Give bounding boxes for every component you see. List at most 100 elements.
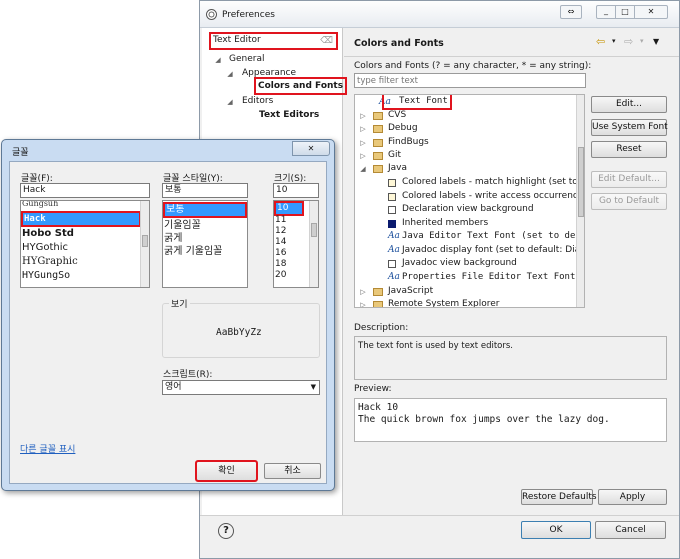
findbugs-expand-icon[interactable]: ▷ [359,139,367,147]
font-list-item[interactable]: Hobo Std [22,228,74,239]
size-list-item[interactable]: 11 [275,215,286,226]
colors-fonts-tree[interactable]: Aa Text Font ▷ CVS ▷ Debug ▷ FindBugs ▷ … [354,94,585,308]
tree-item-javadoc-view-bg[interactable]: Javadoc view background [402,257,517,270]
preview-line-1: Hack 10 [358,402,399,413]
use-system-font-button[interactable]: Use System Font [591,119,668,136]
colors-filter-input[interactable] [354,73,586,88]
style-list-item-selected[interactable]: 보통 [163,202,247,218]
editors-collapse-icon[interactable]: ◢ [226,98,234,106]
font-dialog-body: 글꼴(F): Hack Gungsuh Hack Hobo Std HYGoth… [9,161,327,484]
size-list-item[interactable]: 18 [275,259,286,270]
tree-scroll-thumb[interactable] [578,147,584,217]
close-window-button[interactable]: ✕ [634,5,668,19]
font-list-item[interactable]: HYGungSo [22,270,70,281]
debug-expand-icon[interactable]: ▷ [359,125,367,133]
cancel-button[interactable]: Cancel [595,521,666,539]
size-list-scroll-thumb[interactable] [311,223,317,237]
font-name-input[interactable]: Hack [20,183,150,198]
tree-scrollbar[interactable] [576,95,584,307]
preferences-filter-input[interactable]: Text Editor ⌫ [209,32,338,50]
tree-item-inherited-members[interactable]: Inherited members [402,217,488,230]
maximize-button[interactable]: □ [615,5,635,19]
font-size-list[interactable]: 10 11 12 14 16 18 20 [273,200,319,288]
forward-arrow-icon[interactable]: ⇨ [624,35,633,48]
size-list-item[interactable]: 14 [275,237,286,248]
ok-button[interactable]: OK [521,521,591,539]
edit-default-button[interactable]: Edit Default... [591,171,667,188]
restore-window-icon[interactable]: ⇔ [560,5,582,19]
size-list-item[interactable]: 16 [275,248,286,259]
tree-item-java[interactable]: Java [388,162,407,175]
font-dialog-close-button[interactable]: ✕ [292,141,330,156]
description-label: Description: [354,323,409,333]
tree-item-colored-labels-write[interactable]: Colored labels - write access occurrence… [402,190,584,203]
style-list-item[interactable]: 굵게 [164,233,182,244]
font-list-item[interactable]: HYGraphic [22,256,78,267]
tree-item-git[interactable]: Git [388,149,401,162]
forward-menu-chevron-icon[interactable]: ▾ [640,37,644,45]
apply-button[interactable]: Apply [598,489,667,505]
script-select[interactable]: 영어 ▼ [162,380,320,395]
script-select-value: 영어 [165,382,182,392]
tree-item-text-font[interactable]: Text Font [382,95,452,110]
tree-item-declaration-view-bg[interactable]: Declaration view background [402,203,534,216]
page-title: Colors and Fonts [354,38,444,49]
help-icon[interactable]: ? [218,523,234,539]
restore-defaults-button[interactable]: Restore Defaults [521,489,597,505]
font-size-input[interactable]: 10 [273,183,319,198]
rse-expand-icon[interactable]: ▷ [359,301,367,307]
script-label: 스크립트(R): [163,370,213,380]
style-list-item[interactable]: 굵게 기울임꼴 [164,246,222,257]
javascript-expand-icon[interactable]: ▷ [359,288,367,296]
font-style-list[interactable]: 보통 기울임꼴 굵게 굵게 기울임꼴 [162,200,248,288]
font-list-scrollbar[interactable] [140,201,149,287]
eclipse-app-icon [206,9,217,20]
font-dialog-ok-button[interactable]: 확인 [195,460,258,482]
tree-item-debug[interactable]: Debug [388,122,418,135]
general-collapse-icon[interactable]: ◢ [214,56,222,64]
font-dialog-cancel-button[interactable]: 취소 [264,463,321,479]
tree-item-colored-labels-match[interactable]: Colored labels - match highlight (set to… [402,176,584,189]
tree-item-javadoc-display-font[interactable]: Javadoc display font (set to default: Di… [402,244,584,257]
view-menu-icon[interactable]: ▼ [653,37,659,46]
back-arrow-icon[interactable]: ⇦ [596,35,605,48]
tree-item-colors-and-fonts[interactable]: Colors and Fonts [253,77,348,95]
font-list-item-selected[interactable]: Hack [21,211,141,227]
size-list-item[interactable]: 12 [275,226,286,237]
java-collapse-icon[interactable]: ◢ [359,165,367,173]
cvs-expand-icon[interactable]: ▷ [359,112,367,120]
tree-item-properties-editor-font[interactable]: Properties File Editor Text Font [402,271,575,284]
colors-and-fonts-page: Colors and Fonts ⇦ ▾ ⇨ ▾ ▼ Colors and Fo… [344,28,679,515]
tree-item-java-editor-text-font[interactable]: Java Editor Text Font (set to de [402,230,575,243]
font-icon: Aa [388,231,400,241]
tree-item-javascript[interactable]: JavaScript [388,285,433,298]
font-list-item[interactable]: HYGothic [22,242,68,253]
tree-item-findbugs[interactable]: FindBugs [388,136,429,149]
tree-item-editors[interactable]: Editors [242,95,273,108]
git-expand-icon[interactable]: ▷ [359,152,367,160]
tree-item-cvs[interactable]: CVS [388,109,406,122]
color-swatch-icon [388,193,396,201]
show-more-fonts-link[interactable]: 다른 글꼴 표시 [20,442,75,455]
font-list-item[interactable]: Gungsuh [22,201,140,209]
minimize-button[interactable]: _ [596,5,616,19]
go-to-default-button[interactable]: Go to Default [591,193,667,210]
appearance-collapse-icon[interactable]: ◢ [226,70,234,78]
size-list-scrollbar[interactable] [309,201,318,287]
font-list[interactable]: Gungsuh Hack Hobo Std HYGothic HYGraphic… [20,200,150,288]
clear-filter-icon[interactable]: ⌫ [320,35,333,48]
size-list-item[interactable]: 20 [275,270,286,281]
edit-button[interactable]: Edit... [591,96,667,113]
reset-button[interactable]: Reset [591,141,667,158]
font-dialog: 글꼴 ✕ 글꼴(F): Hack Gungsuh Hack Hobo Std H… [1,139,335,491]
size-list-item-selected[interactable]: 10 [274,201,304,216]
preferences-title-bar[interactable]: Preferences ⇔ _ □ ✕ [200,1,679,28]
font-list-scroll-thumb[interactable] [142,235,148,247]
font-icon: Aa [388,272,400,282]
style-list-item[interactable]: 기울임꼴 [164,220,201,231]
tree-item-remote-system-explorer[interactable]: Remote System Explorer [388,298,499,307]
tree-item-text-editors[interactable]: Text Editors [259,109,319,122]
back-menu-chevron-icon[interactable]: ▾ [612,37,616,45]
font-style-input[interactable]: 보통 [162,183,248,198]
tree-item-general[interactable]: General [229,53,264,66]
